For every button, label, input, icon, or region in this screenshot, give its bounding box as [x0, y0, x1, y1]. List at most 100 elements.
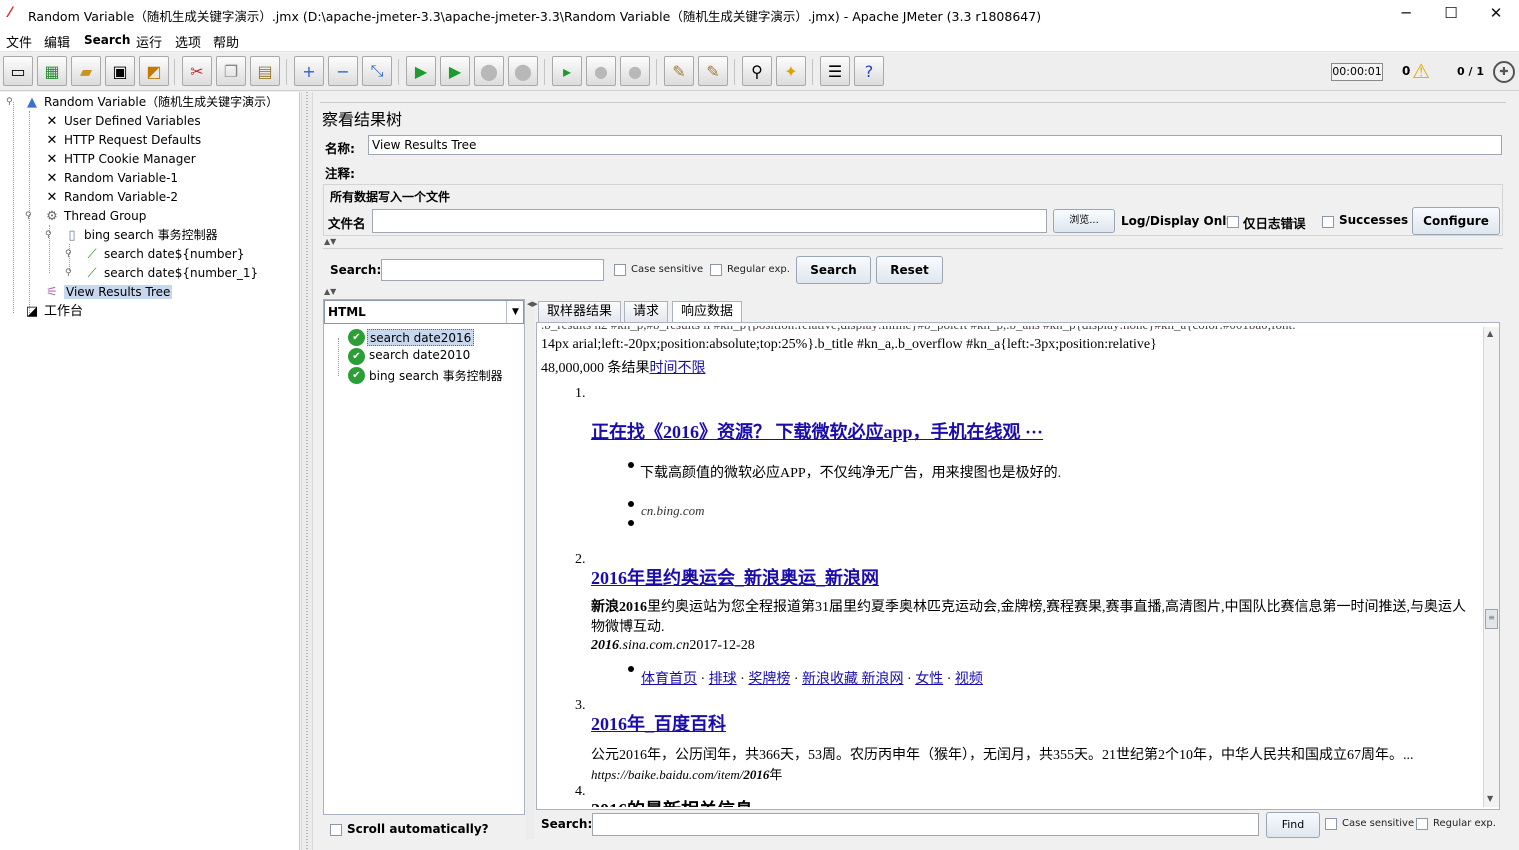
clear-icon[interactable]: ✎ — [664, 56, 694, 86]
content-scrollbar[interactable]: ▲ ≡ ▼ — [1483, 327, 1499, 807]
tree-item-search-date-number-1[interactable]: ⟋ search date${number_1} — [84, 264, 258, 283]
menu-options[interactable]: 选项 — [175, 32, 201, 51]
sample-item-search-date2010[interactable]: search date2010 — [369, 348, 470, 362]
title-bar: ⁄ Random Variable（随机生成关键字演示）.jmx (D:\apa… — [0, 0, 1519, 28]
search-icon[interactable]: ⚲ — [742, 56, 772, 86]
configure-button[interactable]: Configure — [1412, 207, 1500, 235]
bottom-regular-exp-checkbox[interactable] — [1416, 818, 1428, 830]
tab-sampler-result[interactable]: 取样器结果 — [538, 301, 622, 322]
errors-only-checkbox[interactable] — [1227, 216, 1239, 228]
open-icon[interactable]: ▰ — [71, 56, 101, 86]
menu-search[interactable]: Search — [84, 33, 130, 47]
sample-item-search-date2016[interactable]: search date2016 — [367, 329, 475, 346]
case-sensitive-checkbox[interactable] — [614, 264, 626, 276]
sample-item-transaction[interactable]: bing search 事务控制器 — [369, 367, 503, 384]
scroll-up-icon[interactable]: ▲ — [1487, 329, 1493, 338]
deep-link[interactable]: 奖牌榜 — [748, 672, 790, 687]
tree-item-view-results-tree[interactable]: ⚟ View Results Tree — [44, 283, 173, 302]
regular-exp-checkbox[interactable] — [710, 264, 722, 276]
toggle-icon[interactable]: ⤡ — [362, 56, 392, 86]
paste-icon[interactable]: ▤ — [250, 56, 280, 86]
menu-help[interactable]: 帮助 — [213, 32, 239, 51]
name-field[interactable]: View Results Tree — [368, 135, 1502, 155]
start-no-pause-icon[interactable]: ▶ — [440, 56, 470, 86]
successes-checkbox[interactable] — [1322, 216, 1334, 228]
scroll-thumb[interactable]: ≡ — [1485, 609, 1498, 629]
remote-shutdown-icon[interactable]: ● — [620, 56, 650, 86]
tree-item-workbench[interactable]: ◪ 工作台 — [24, 302, 83, 321]
tree-item-random-variable-1[interactable]: ✕ Random Variable-1 — [44, 169, 179, 188]
tree-toggle[interactable]: ⚲ — [65, 269, 74, 278]
function-helper-icon[interactable]: ☰ — [820, 56, 850, 86]
tab-response-data[interactable]: 响应数据 — [672, 301, 743, 322]
menu-edit[interactable]: 编辑 — [44, 32, 70, 51]
renderer-select[interactable]: HTML ▼ — [324, 300, 524, 324]
help-icon[interactable]: ? — [854, 56, 884, 86]
result-1-title-link[interactable]: 正在找《2016》资源？ 下载微软必应app，手机在线观 ··· — [591, 418, 1043, 444]
deep-link[interactable]: 视频 — [955, 672, 983, 687]
copy-icon[interactable]: ❐ — [216, 56, 246, 86]
deep-link[interactable]: 女性 — [915, 672, 943, 687]
result-3-title-link[interactable]: 2016年_百度百科 — [591, 710, 726, 736]
menu-run[interactable]: 运行 — [136, 32, 162, 51]
gear-icon: ⚙ — [46, 209, 58, 224]
deep-link[interactable]: 体育首页 — [641, 672, 697, 687]
deep-link[interactable]: 排球 — [709, 672, 737, 687]
templates-icon[interactable]: ▦ — [37, 56, 67, 86]
comment-field[interactable] — [368, 161, 1502, 181]
save-as-icon[interactable]: ◩ — [139, 56, 169, 86]
scroll-down-icon[interactable]: ▼ — [1487, 794, 1493, 803]
bullet-icon — [628, 501, 634, 507]
split-divider[interactable] — [301, 92, 313, 850]
reset-button[interactable]: Reset — [876, 256, 943, 284]
expand-icon[interactable]: + — [294, 56, 324, 86]
save-icon[interactable]: ▣ — [105, 56, 135, 86]
tree-item-search-date-number[interactable]: ⟋ search date${number} — [84, 245, 244, 264]
close-button[interactable]: ✕ — [1473, 0, 1519, 28]
cut-icon[interactable]: ✂ — [182, 56, 212, 86]
tree-toggle[interactable]: ⚲ — [65, 250, 74, 259]
success-icon: ✔ — [348, 367, 365, 384]
toolbar: ▭ ▦ ▰ ▣ ◩ ✂ ❐ ▤ + − ⤡ ▶ ▶ ⬤ ⬤ ▸ ● ● ✎ ✎ … — [0, 53, 1519, 91]
minimize-button[interactable]: ─ — [1383, 0, 1429, 28]
time-filter-link[interactable]: 时间不限 — [650, 361, 706, 376]
tree-item-random-variable-2[interactable]: ✕ Random Variable-2 — [44, 188, 179, 207]
deep-link[interactable]: 新浪收藏 新浪网 — [802, 672, 904, 687]
shutdown-icon[interactable]: ⬤ — [508, 56, 538, 86]
split-arrows-icon[interactable]: ▲▼ — [324, 287, 336, 296]
filename-input[interactable] — [372, 209, 1047, 233]
tree-toggle[interactable]: ⚲ — [25, 212, 34, 221]
maximize-button[interactable]: ☐ — [1428, 0, 1474, 28]
tab-request[interactable]: 请求 — [624, 301, 669, 322]
split-arrows-icon[interactable]: ▲▼ — [324, 237, 336, 246]
menu-file[interactable]: 文件 — [6, 32, 32, 51]
split-arrows-icon[interactable]: ◀▶ — [527, 300, 538, 308]
tree-toggle[interactable]: ⚲ — [45, 231, 54, 240]
new-icon[interactable]: ▭ — [3, 56, 33, 86]
bottom-case-sensitive-checkbox[interactable] — [1325, 818, 1337, 830]
tree-toggle[interactable]: ⚲ — [6, 98, 15, 107]
result-2-title-link[interactable]: 2016年里约奥运会_新浪奥运_新浪网 — [591, 564, 879, 590]
collapse-icon[interactable]: − — [328, 56, 358, 86]
bottom-search-input[interactable] — [592, 813, 1259, 836]
results-split-divider[interactable] — [526, 299, 534, 839]
tree-item-http-request-defaults[interactable]: ✕ HTTP Request Defaults — [44, 131, 202, 150]
search-button[interactable]: Search — [796, 256, 871, 284]
clear-all-icon[interactable]: ✎ — [698, 56, 728, 86]
search-input[interactable] — [381, 259, 604, 281]
remote-start-icon[interactable]: ▸ — [552, 56, 582, 86]
remote-stop-icon[interactable]: ● — [586, 56, 616, 86]
tree-item-user-defined-variables[interactable]: ✕ User Defined Variables — [44, 112, 201, 131]
tree-item-thread-group[interactable]: ⚙ Thread Group — [44, 207, 146, 226]
stop-icon[interactable]: ⬤ — [474, 56, 504, 86]
chevron-down-icon[interactable]: ▼ — [506, 301, 524, 323]
scroll-auto-checkbox[interactable] — [330, 824, 342, 836]
tree-item-test-plan[interactable]: ▲ Random Variable（随机生成关键字演示） — [24, 93, 278, 112]
start-icon[interactable]: ▶ — [406, 56, 436, 86]
browse-button[interactable]: 浏览... — [1053, 209, 1115, 233]
warning-icon[interactable]: ⚠ — [1412, 59, 1430, 83]
tree-item-transaction-controller[interactable]: ▯ bing search 事务控制器 — [64, 226, 217, 245]
reset-search-icon[interactable]: ✦ — [776, 56, 806, 86]
find-button[interactable]: Find — [1266, 812, 1320, 838]
tree-item-http-cookie-manager[interactable]: ✕ HTTP Cookie Manager — [44, 150, 196, 169]
